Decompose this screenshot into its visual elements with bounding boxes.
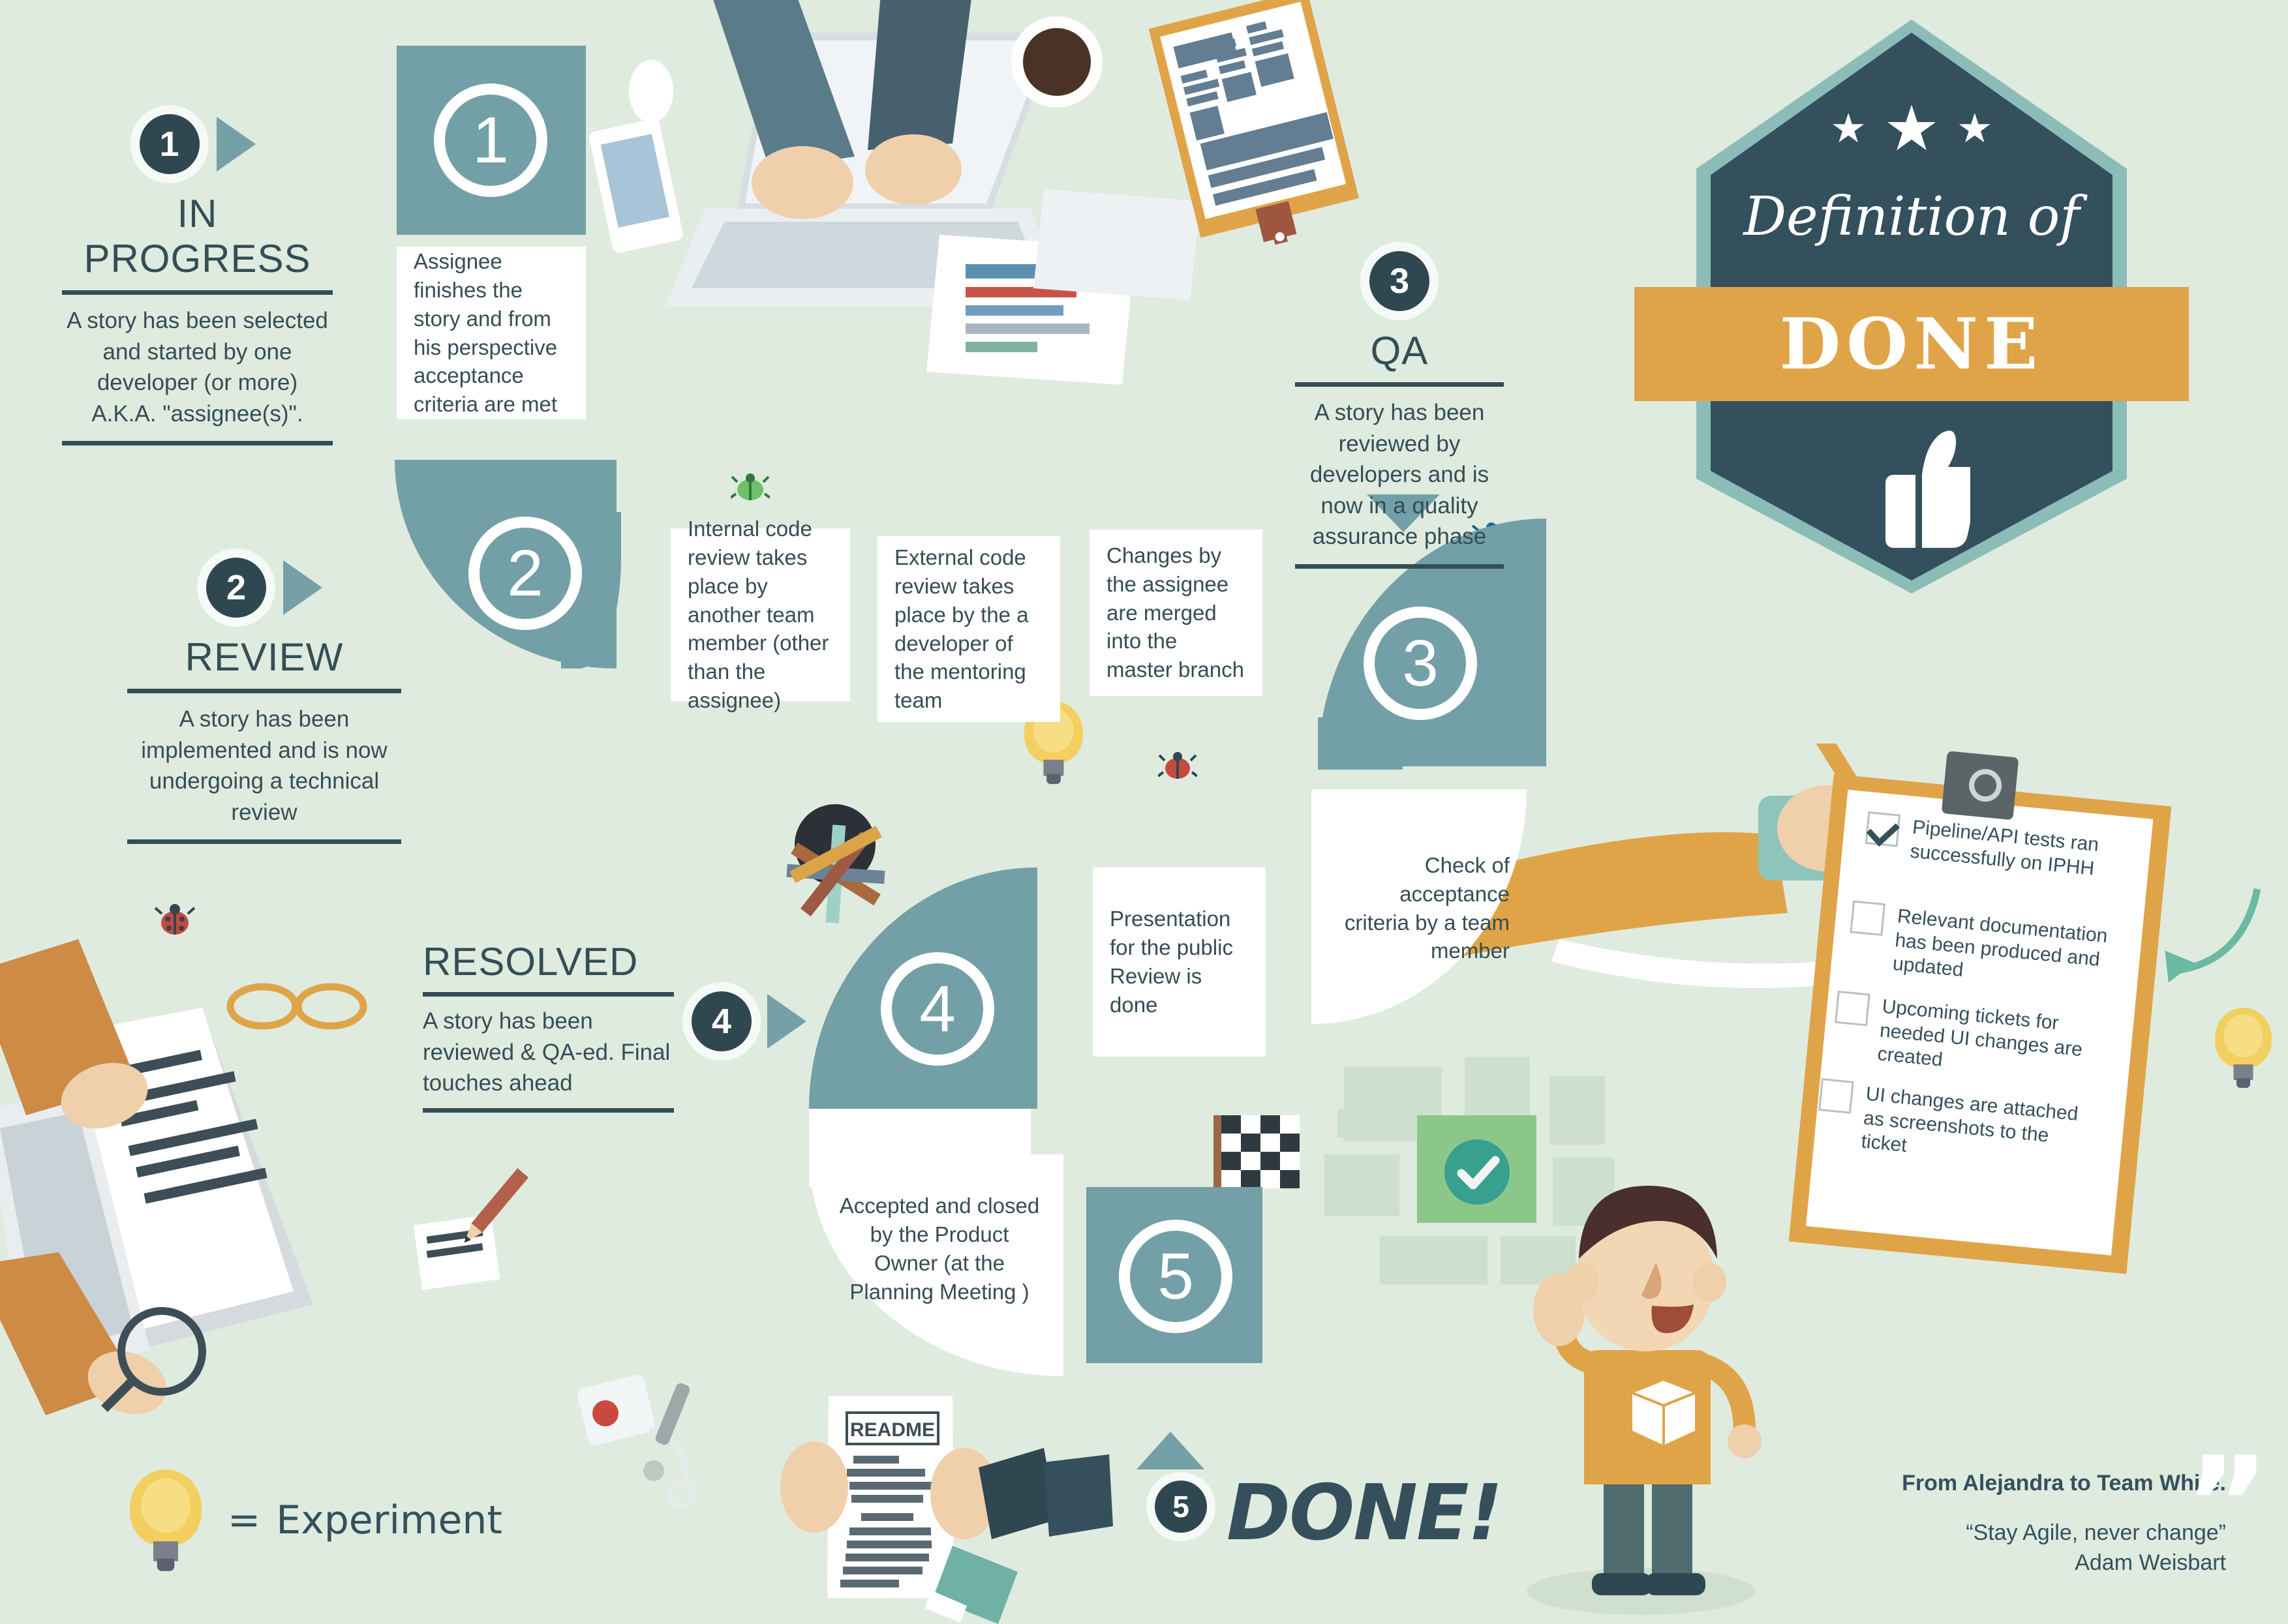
divider bbox=[423, 992, 674, 997]
card-text: Check of acceptance criteria by a team m… bbox=[1344, 852, 1510, 963]
card-text: Presentation for the public Review is do… bbox=[1110, 907, 1233, 1017]
thumbs-up-icon bbox=[1885, 430, 1970, 548]
legend-desc-in-progress: A story has been selected and started by… bbox=[67, 308, 328, 427]
checkbox-checked[interactable] bbox=[1865, 811, 1901, 847]
card-assignee-finishes: Assignee finishes the story and from his… bbox=[397, 247, 586, 419]
lightbulb-icon bbox=[129, 1469, 202, 1571]
badge-ribbon-title: DONE bbox=[1779, 303, 2044, 385]
divider bbox=[127, 839, 401, 845]
green-bug-icon bbox=[731, 474, 770, 500]
legend-number-5: 5 bbox=[1155, 1481, 1207, 1533]
play-triangle-icon bbox=[283, 560, 322, 615]
step-5-number: 5 bbox=[1119, 1220, 1232, 1333]
legend-badge-5: 5 bbox=[1155, 1481, 1207, 1533]
star-icon: ★ bbox=[1883, 94, 1940, 164]
card-text: External code review takes place by the … bbox=[894, 545, 1029, 713]
legend-desc-qa: A story has been reviewed by developers … bbox=[1309, 400, 1489, 550]
divider bbox=[127, 689, 401, 693]
step-1-number: 1 bbox=[434, 83, 547, 197]
legend-number-1: 1 bbox=[139, 114, 200, 174]
done-headline: DONE! bbox=[1227, 1467, 1502, 1557]
legend-desc-review: A story has been implemented and is now … bbox=[141, 706, 388, 825]
star-icon: ★ bbox=[1957, 106, 1993, 151]
legend-number-3: 3 bbox=[1369, 251, 1429, 311]
step-4-number: 4 bbox=[881, 952, 994, 1066]
divider bbox=[1295, 382, 1504, 387]
readme-label: README bbox=[850, 1419, 935, 1441]
card-accepted-closed: Accepted and closed by the Product Owner… bbox=[819, 1167, 1060, 1331]
checkbox-unchecked[interactable] bbox=[1835, 990, 1870, 1027]
card-text: Internal code review takes place by anot… bbox=[688, 516, 829, 713]
infographic-canvas: README 1 2 3 4 5 1 IN PROGRESS A story h… bbox=[0, 0, 2288, 1624]
experiment-label: Experiment bbox=[276, 1497, 502, 1543]
play-triangle-icon bbox=[216, 117, 256, 172]
photo-cards-illustration bbox=[979, 1448, 1113, 1539]
footer-quote: “Stay Agile, never change” bbox=[1966, 1520, 2226, 1546]
lightbulb-icon-clipboard bbox=[2215, 1008, 2272, 1088]
badge-stars: ★ ★ ★ bbox=[1696, 98, 2127, 160]
divider bbox=[62, 441, 333, 446]
card-presentation: Presentation for the public Review is do… bbox=[1093, 867, 1266, 1057]
star-icon: ★ bbox=[1830, 106, 1867, 151]
legend-review: 2 REVIEW A story has been implemented an… bbox=[127, 558, 401, 845]
legend-number-4: 4 bbox=[692, 991, 752, 1051]
step-2-number: 2 bbox=[468, 517, 582, 630]
footer-author: Adam Weisbart bbox=[2075, 1550, 2226, 1576]
clipboard-clip-icon bbox=[1941, 751, 2019, 820]
red-bug-icon bbox=[1158, 752, 1197, 779]
legend-number-2: 2 bbox=[206, 558, 266, 618]
legend-badge-row-1: 1 bbox=[62, 114, 333, 174]
checkbox-unchecked[interactable] bbox=[1850, 900, 1886, 937]
footer-signoff: From Alejandra to Team White. “Stay Agil… bbox=[1902, 1471, 2226, 1578]
sticky-note bbox=[1324, 1154, 1399, 1216]
legend-badge-row-4: 4 bbox=[692, 991, 806, 1051]
desk-laptop-illustration bbox=[589, 0, 1200, 385]
legend-in-progress: 1 IN PROGRESS A story has been selected … bbox=[62, 114, 333, 446]
experiment-legend: = Experiment bbox=[129, 1469, 502, 1571]
pencil-and-paper-icon bbox=[413, 1168, 529, 1290]
card-text: Assignee finishes the story and from his… bbox=[414, 248, 558, 417]
card-acceptance-check: Check of acceptance criteria by a team m… bbox=[1313, 841, 1527, 975]
card-text: Changes by the assignee are merged into … bbox=[1106, 543, 1244, 682]
legend-resolved: RESOLVED A story has been reviewed & QA-… bbox=[423, 939, 674, 1113]
legend-title-qa: QA bbox=[1370, 329, 1429, 372]
quotation-mark-icon: ” bbox=[2184, 1429, 2270, 1581]
step-3-number: 3 bbox=[1364, 607, 1477, 720]
legend-title-in-progress: IN PROGRESS bbox=[84, 192, 311, 280]
divider bbox=[62, 290, 333, 295]
legend-badge-row-2: 2 bbox=[127, 558, 401, 618]
card-merge-master: Changes by the assignee are merged into … bbox=[1090, 530, 1262, 696]
developer-character-illustration bbox=[1527, 1186, 1762, 1615]
sticky-note bbox=[1337, 1109, 1399, 1138]
card-internal-review: Internal code review takes place by anot… bbox=[671, 517, 850, 712]
equals-sign: = bbox=[228, 1497, 261, 1543]
play-triangle-icon bbox=[767, 994, 806, 1049]
divider bbox=[423, 1107, 674, 1113]
divider bbox=[1295, 564, 1504, 569]
legend-qa: 3 QA A story has been reviewed by develo… bbox=[1295, 251, 1504, 569]
badge-script-title: Definition of bbox=[1743, 186, 2080, 248]
card-text: Accepted and closed by the Product Owner… bbox=[839, 1194, 1040, 1304]
legend-title-review: REVIEW bbox=[185, 635, 344, 679]
footer-from: From Alejandra to Team White. bbox=[1902, 1471, 2226, 1496]
clipboard-document-illustration bbox=[1148, 0, 1360, 245]
card-external-review: External code review takes place by the … bbox=[877, 536, 1060, 722]
devices-and-cable-illustration bbox=[577, 1375, 696, 1509]
definition-of-done-badge: ★ ★ ★ Definition of DONE bbox=[1634, 20, 2189, 607]
step-5-arrow bbox=[1136, 1432, 1204, 1469]
definition-of-done-checklist[interactable]: Pipeline/API tests ran successfully on I… bbox=[1788, 751, 2172, 1274]
legend-title-resolved: RESOLVED bbox=[423, 940, 639, 984]
step-3-shape-ext bbox=[1318, 717, 1403, 770]
legend-badge-row-3: 3 bbox=[1295, 251, 1504, 311]
sticky-note bbox=[1380, 1236, 1487, 1285]
checkbox-unchecked[interactable] bbox=[1818, 1078, 1854, 1114]
legend-desc-resolved: A story has been reviewed & QA-ed. Final… bbox=[423, 1008, 671, 1096]
